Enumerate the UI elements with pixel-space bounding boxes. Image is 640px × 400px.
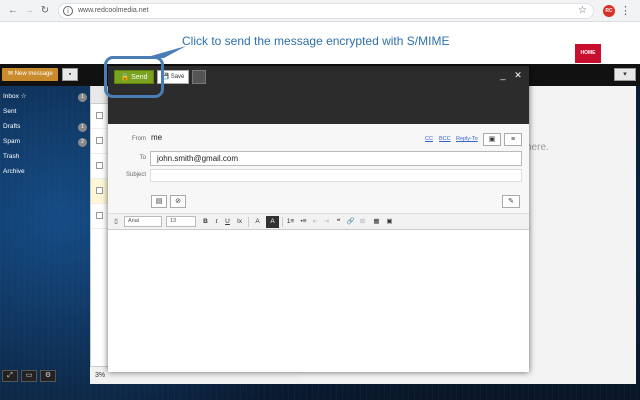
minimize-icon[interactable]: _ [498,70,508,80]
list-menu-icon[interactable]: ≡ [504,133,522,146]
signature-icon[interactable]: ✎ [502,195,520,208]
unread-count-badge: 1 [78,123,87,132]
header-icon-button[interactable]: ▪ [62,68,78,81]
back-icon[interactable]: ← [6,4,20,18]
compose-window: 🔒 Send 💾 Save _ ✕ From me CC BCC Reply-T… [108,66,529,372]
contacts-icon[interactable]: ▣ [483,133,501,146]
sidebar-item-label: Trash [3,153,20,160]
empty-message-text: here. [526,142,549,153]
bullet-list-button[interactable]: •≡ [298,216,309,228]
compose-toolbar: 🔒 Send 💾 Save _ ✕ [108,66,529,124]
clear-format-button[interactable]: Ix [234,216,245,228]
subject-field[interactable] [150,169,522,182]
sidebar-item-label: Sent [3,108,17,115]
quote-button[interactable]: ❝ [334,216,343,228]
attachment-icon[interactable]: ⊘ [170,195,186,208]
sidebar-item-drafts[interactable]: Drafts 1 [3,120,87,134]
subject-label: Subject [125,172,146,178]
user-menu-icon[interactable]: ▾ [614,68,636,81]
cc-link[interactable]: CC [425,136,433,142]
expand-icon[interactable]: ⤢ [2,370,18,382]
gear-icon[interactable]: ⚙ [40,370,56,382]
underline-button[interactable]: U [223,216,232,228]
callout-highlight-box [104,56,164,98]
extension-icon[interactable]: RC [603,5,615,17]
font-size-select[interactable]: 13 [166,216,196,227]
sidebar-item-label: Drafts [3,123,21,130]
row-checkbox[interactable] [96,112,103,119]
compose-header-fields: From me CC BCC Reply-To ▣ ≡ To john.smit… [108,124,529,214]
font-color-button[interactable]: A [251,216,264,228]
source-icon[interactable]: ▯ [112,216,120,228]
unlink-icon[interactable]: ⊠ [358,216,367,228]
bold-button[interactable]: B [201,216,210,228]
sidebar-item-label: Spam [3,138,20,145]
sidebar-item-label: Inbox ☆ [3,93,27,100]
plain-text-icon[interactable]: ▤ [151,195,167,208]
toolbar-divider [282,217,283,227]
star-icon[interactable]: ☆ [578,5,587,16]
folder-sidebar: Inbox ☆ 1 Sent Drafts 1 Spam 2 Trash Arc… [0,86,90,370]
webmail-app: ✉ New message ▪ ▾ Inbox ☆ 1 Sent Drafts … [0,64,640,400]
sidebar-item-archive[interactable]: Archive [3,165,87,179]
indent-icon[interactable]: ⇥ [322,216,331,228]
sidebar-footer: ⤢ ▭ ⚙ [0,368,90,384]
image-button[interactable]: ▣ [385,216,394,228]
row-checkbox[interactable] [96,162,103,169]
sidebar-item-inbox[interactable]: Inbox ☆ 1 [3,90,87,104]
from-label: From [132,136,146,142]
unread-count-badge: 2 [78,138,87,147]
reload-icon[interactable]: ↻ [38,4,52,18]
row-checkbox[interactable] [96,137,103,144]
row-checkbox[interactable] [96,187,103,194]
url-text[interactable]: www.redcoolmedia.net [78,7,148,14]
more-options-button[interactable] [192,70,206,84]
sidebar-item-label: Archive [3,168,25,175]
sidebar-item-trash[interactable]: Trash [3,150,87,164]
outdent-icon[interactable]: ⇤ [311,216,320,228]
home-button[interactable]: HOME [575,44,601,63]
compose-form: From me CC BCC Reply-To ▣ ≡ To john.smit… [108,124,529,372]
close-icon[interactable]: ✕ [513,70,523,80]
bg-color-button[interactable]: A [266,216,279,228]
to-label: To [139,155,146,161]
folder-icon[interactable]: ▭ [21,370,37,382]
reply-to-link[interactable]: Reply-To [456,136,478,142]
italic-button[interactable]: I [212,216,221,228]
to-field[interactable]: john.smith@gmail.com [150,151,522,166]
font-family-select[interactable]: Arial [124,216,162,227]
editor-toolbar: ▯ Arial 13 B I U Ix A A 1≡ •≡ ⇤ ⇥ ❝ 🔗 ⊠ … [108,214,529,230]
bcc-link[interactable]: BCC [439,136,451,142]
table-button[interactable]: ▦ [371,216,382,228]
row-checkbox[interactable] [96,212,103,219]
new-message-button[interactable]: ✉ New message [2,68,58,81]
unread-count-badge: 1 [78,93,87,102]
toolbar-divider [248,217,249,227]
link-button[interactable]: 🔗 [346,216,355,228]
sidebar-item-sent[interactable]: Sent [3,105,87,119]
from-value[interactable]: me [151,133,162,142]
message-body-editor[interactable] [108,230,529,372]
zoom-level: 3% [95,372,106,379]
address-bar[interactable]: i www.redcoolmedia.net ☆ [58,3,594,19]
sidebar-item-spam[interactable]: Spam 2 [3,135,87,149]
info-icon[interactable]: i [63,6,73,16]
ordered-list-button[interactable]: 1≡ [285,216,296,228]
callout-text: Click to send the message encrypted with… [182,34,450,48]
browser-menu-icon[interactable]: ⋮ [620,3,631,19]
forward-icon[interactable]: → [22,4,36,18]
browser-toolbar: ← → ↻ i www.redcoolmedia.net ☆ RC ⋮ [0,0,640,22]
